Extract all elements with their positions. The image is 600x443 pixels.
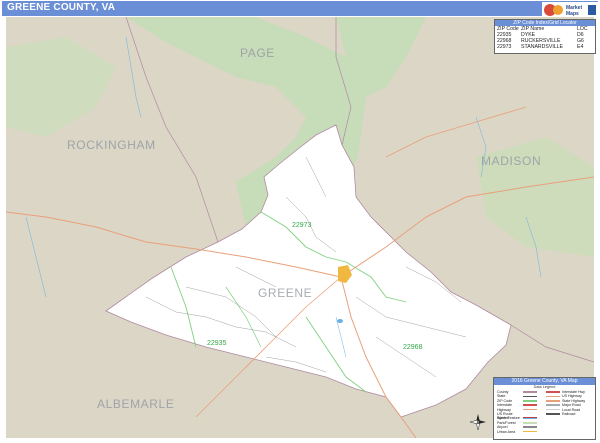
legend-swatch	[523, 408, 537, 411]
zip-label-22973: 22973	[292, 222, 312, 229]
legend-item: County	[497, 390, 537, 394]
legend-swatch	[523, 400, 537, 402]
zip-label-22968: 22968	[403, 344, 423, 351]
lake	[337, 319, 343, 323]
legend-item: Interstate	[497, 403, 537, 407]
legend-item: US Highway	[546, 394, 582, 398]
legend-item: State Highway	[546, 399, 585, 403]
legend-swatch	[523, 404, 537, 406]
map-canvas[interactable]: PAGE ROCKINGHAM MADISON GREENE ALBEMARLE…	[5, 16, 595, 439]
legend-item: Airport	[497, 425, 537, 429]
legend-item-label: State	[497, 394, 506, 399]
zip-locator-table: ZIP Code Index/Grid Locator ZIP Code ZIP…	[494, 19, 596, 54]
legend-swatch	[546, 413, 560, 415]
legend-item-label: Local Road	[562, 407, 581, 412]
north-arrow-icon	[469, 414, 486, 431]
legend-title: 2016 Greene County, VA Map	[494, 378, 595, 385]
legend-swatch	[523, 430, 537, 433]
legend-swatch	[546, 395, 560, 398]
legend-item-label: ZIP Code	[497, 398, 513, 403]
county-label-rockingham: ROCKINGHAM	[67, 138, 156, 152]
legend-item: Local Road	[546, 408, 580, 412]
legend-items: County State ZIP Code Interstate Highway US R…	[494, 390, 595, 436]
legend-item: ZIP Code	[497, 399, 537, 403]
legend-item-label: Interstate	[497, 403, 512, 408]
legend-swatch	[523, 395, 537, 398]
legend-item: Park/Forest	[497, 421, 537, 425]
legend-item: Major Road	[546, 403, 581, 407]
legend-item: Interstate Hwy	[546, 390, 585, 394]
legend-swatch	[523, 422, 537, 424]
title-bar: GREENE COUNTY, VA Market Maps	[2, 1, 598, 18]
legend-item-label: Highway	[497, 407, 511, 412]
legend-swatch	[523, 426, 537, 428]
legend-item: Highway	[497, 408, 537, 412]
county-label-madison: MADISON	[481, 154, 542, 168]
legend-item: State	[497, 394, 537, 398]
legend-swatch	[546, 404, 560, 406]
zip-locator-row: 22973 STANARDSVILLE E4	[495, 44, 595, 50]
legend-item-label: US Highway	[562, 394, 582, 399]
legend-item-label: State Highway	[562, 398, 586, 403]
legend-item-label: Major Road	[562, 403, 581, 408]
legend-item-label: Airport	[497, 425, 508, 430]
county-label-greene: GREENE	[258, 286, 313, 300]
zip-code-cell: 22973	[497, 44, 512, 50]
legend-item-label: Railroad	[562, 412, 576, 416]
map-frame: GREENE COUNTY, VA Market Maps PAGE ROCKI…	[0, 0, 600, 442]
legend-item-label: Water Feature	[497, 416, 520, 421]
legend-item: Water Feature	[497, 416, 537, 420]
zip-loc-cell: E4	[577, 44, 584, 50]
county-label-page: PAGE	[240, 46, 275, 60]
map-title: GREENE COUNTY, VA	[7, 2, 116, 13]
zip-name-cell: STANARDSVILLE	[521, 44, 563, 50]
county-label-albemarle: ALBEMARLE	[97, 397, 175, 411]
mapsales-logo: Market Maps	[542, 2, 598, 18]
legend-item-label: Interstate Hwy	[562, 390, 585, 394]
legend-item-label: Urban Area	[497, 429, 516, 434]
legend-item-label: County	[497, 390, 509, 394]
map-legend: 2016 Greene County, VA Map Data Legend C…	[493, 377, 596, 440]
legend-item: Urban Area	[497, 430, 537, 434]
legend-swatch	[546, 408, 560, 411]
legend-swatch	[546, 400, 560, 402]
legend-swatch	[523, 417, 537, 420]
zip-label-22935: 22935	[207, 340, 227, 347]
legend-item-label: Park/Forest	[497, 420, 516, 425]
legend-item: Railroad	[546, 412, 575, 416]
legend-swatch	[523, 391, 537, 393]
legend-swatch	[546, 391, 560, 393]
